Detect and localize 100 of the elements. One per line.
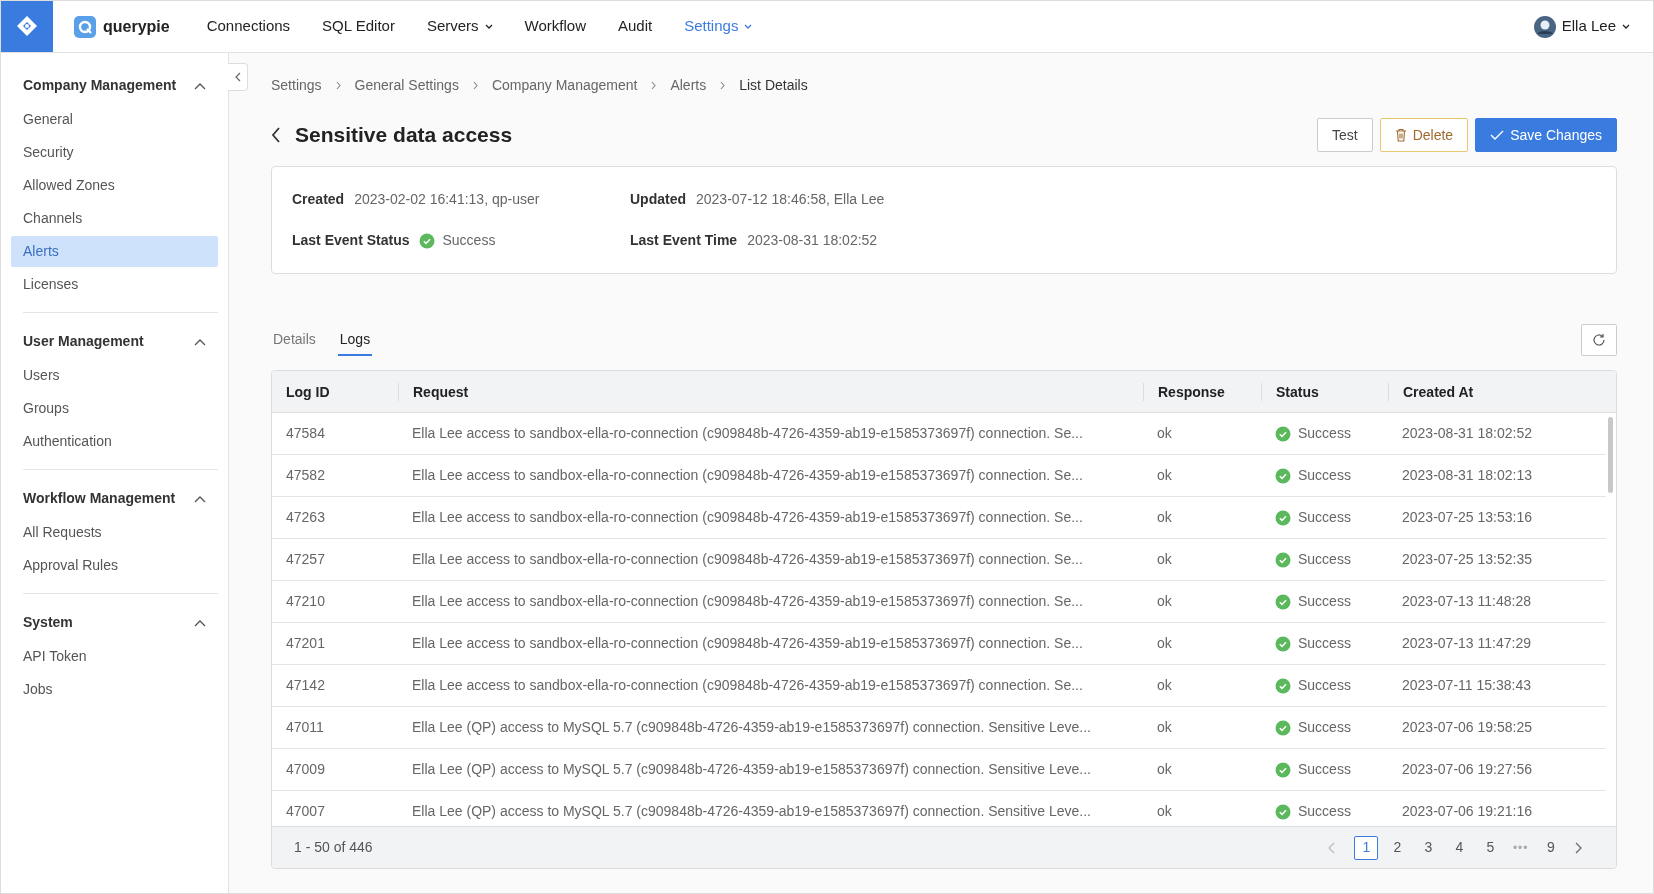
table-cell-text: 47201: [285, 634, 326, 653]
nav-item[interactable]: Servers: [410, 15, 509, 38]
status-text: Success: [1298, 466, 1351, 485]
sidebar-item[interactable]: API Token: [11, 641, 218, 672]
table-cell-text: 2023-07-06 19:27:56: [1401, 760, 1533, 779]
breadcrumb-item[interactable]: Company Management: [491, 75, 638, 96]
success-icon: [1275, 761, 1291, 778]
column-header[interactable]: Log ID: [272, 382, 398, 401]
status-text: Success: [1298, 508, 1351, 527]
back-button[interactable]: [271, 127, 281, 143]
page-button[interactable]: 2: [1385, 835, 1410, 860]
nav-item[interactable]: Workflow: [508, 15, 602, 38]
section-header[interactable]: Company Management: [11, 69, 218, 102]
field-label: Last Event Time: [630, 231, 738, 250]
success-icon: [1275, 677, 1291, 694]
tab[interactable]: Logs: [337, 325, 373, 356]
table-cell-text: 47142: [285, 676, 326, 695]
chevron-right-icon: [720, 81, 726, 90]
nav-item[interactable]: Audit: [602, 15, 669, 38]
breadcrumb-item[interactable]: Settings: [271, 75, 322, 96]
status-text: Success: [1298, 676, 1351, 695]
sidebar-item[interactable]: Licenses: [11, 269, 218, 300]
table-cell-text: ok: [1156, 760, 1173, 779]
page-button[interactable]: 3: [1416, 835, 1441, 860]
table-cell-text: ok: [1156, 634, 1173, 653]
chevron-up-icon: [194, 494, 206, 503]
table-cell-text: 2023-07-06 19:58:25: [1401, 718, 1533, 737]
table-cell-text: ok: [1156, 508, 1173, 527]
sidebar-item[interactable]: Jobs: [11, 674, 218, 705]
table-cell-text: ok: [1156, 592, 1173, 611]
page-summary: 1 - 50 of 446: [294, 838, 373, 857]
column-header[interactable]: Status: [1261, 382, 1388, 401]
column-header[interactable]: Response: [1143, 382, 1261, 401]
field-value: 2023-02-02 16:41:13, qp-user: [354, 190, 540, 209]
brand-name: querypie: [103, 16, 170, 37]
ellipsis: •••: [1511, 839, 1530, 857]
sidebar-item[interactable]: Users: [11, 360, 218, 391]
refresh-button[interactable]: [1581, 324, 1617, 356]
scrollbar[interactable]: [1608, 417, 1613, 493]
breadcrumb-item[interactable]: Alerts: [670, 75, 707, 96]
success-icon: [1275, 425, 1291, 442]
success-icon: [1275, 593, 1291, 610]
section-header[interactable]: User Management: [11, 325, 218, 358]
nav-item[interactable]: Connections: [190, 15, 307, 38]
nav-item[interactable]: SQL Editor: [306, 15, 411, 38]
table-cell-text: ok: [1156, 802, 1173, 821]
sidebar-item[interactable]: Approval Rules: [11, 550, 218, 581]
section-header[interactable]: Workflow Management: [11, 482, 218, 515]
nav-item[interactable]: Settings: [668, 15, 769, 38]
action-button[interactable]: Delete: [1379, 118, 1469, 152]
sidebar-item[interactable]: Allowed Zones: [11, 170, 218, 201]
page-button[interactable]: 5: [1478, 835, 1503, 860]
breadcrumb-item: List Details: [739, 76, 808, 95]
status-text: Success: [1298, 634, 1351, 653]
app-logo[interactable]: [1, 1, 53, 52]
sidebar-item[interactable]: General: [11, 104, 218, 135]
sidebar-item[interactable]: Groups: [11, 393, 218, 424]
table-cell-text: 47210: [285, 592, 326, 611]
sidebar-item[interactable]: Security: [11, 137, 218, 168]
breadcrumb-item[interactable]: General Settings: [354, 75, 459, 96]
chevron-right-icon: [335, 81, 341, 90]
page-button[interactable]: 9: [1539, 835, 1563, 860]
status-text: Success: [1298, 718, 1351, 737]
page-button[interactable]: 4: [1447, 835, 1472, 860]
sidebar-item[interactable]: Alerts: [11, 236, 218, 267]
success-icon: [1275, 635, 1291, 652]
table-cell-text: 47263: [285, 508, 326, 527]
page-button[interactable]: 1: [1354, 835, 1379, 860]
chevron-up-icon: [194, 618, 206, 627]
field-label: Updated: [630, 190, 686, 209]
field-value: 2023-08-31 18:02:52: [747, 231, 878, 250]
action-button[interactable]: Test: [1317, 118, 1373, 152]
column-header[interactable]: Request: [398, 382, 1143, 401]
success-icon: [1275, 509, 1291, 526]
sidebar-item[interactable]: Authentication: [11, 426, 218, 457]
collapse-button[interactable]: [228, 63, 248, 91]
check-icon: [1490, 130, 1505, 140]
table-cell-text: Ella Lee (QP) access to MySQL 5.7 (c909848b-4726-4359-ab19-e1585373697f) connection. Sensitive Leve...: [411, 718, 1092, 737]
column-header[interactable]: Created At: [1388, 382, 1578, 401]
user-menu[interactable]: Ella Lee: [1517, 15, 1646, 38]
sidebar-item[interactable]: All Requests: [11, 517, 218, 548]
chevron-left-icon: [271, 127, 281, 143]
success-icon: [1275, 551, 1291, 568]
table-cell-text: ok: [1156, 718, 1173, 737]
table-cell-text: 2023-07-25 13:52:35: [1401, 550, 1533, 569]
success-icon: [1275, 803, 1291, 820]
table-cell-text: Ella Lee access to sandbox-ella-ro-connection (c909848b-4726-4359-ab19-e1585373697f) connection. Se...: [411, 424, 1084, 443]
table-cell-text: 2023-07-13 11:48:28: [1401, 592, 1532, 611]
field-label: Created: [292, 190, 345, 209]
table-cell-text: 2023-07-25 13:53:16: [1401, 508, 1533, 527]
action-button[interactable]: Save Changes: [1475, 118, 1617, 152]
refresh-icon: [1592, 333, 1606, 347]
section-header[interactable]: System: [11, 606, 218, 639]
tab[interactable]: Details: [271, 325, 318, 356]
sidebar-item[interactable]: Channels: [11, 203, 218, 234]
field-label: Last Event Status: [292, 231, 410, 250]
chevron-right-icon: [651, 81, 657, 90]
status-text: Success: [1298, 424, 1351, 443]
table-cell-text: 2023-08-31 18:02:13: [1401, 466, 1533, 485]
table-cell-text: 47582: [285, 466, 326, 485]
